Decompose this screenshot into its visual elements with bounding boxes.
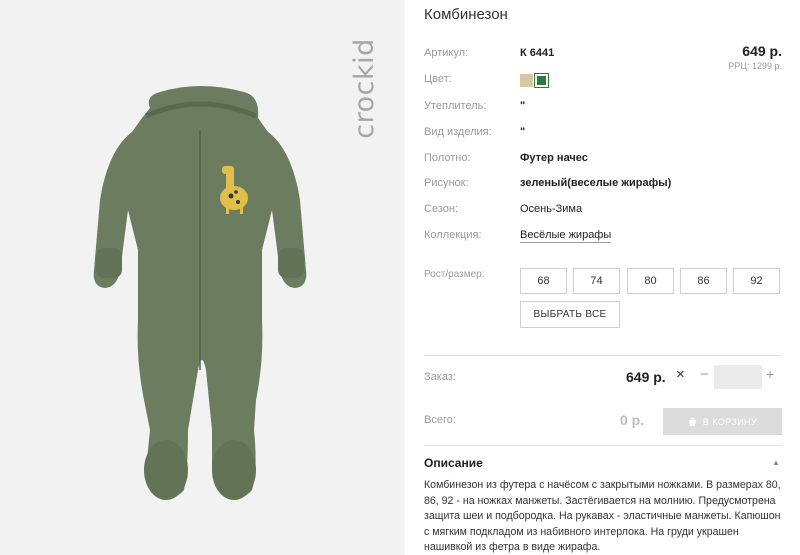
- description-text: Комбинезон из футера с начёсом с закрыты…: [424, 479, 781, 553]
- size-label: Рост/размер:: [424, 269, 485, 280]
- attr-season-value: Осень-Зима: [520, 203, 583, 215]
- attr-fabric-label: Полотно:: [424, 152, 471, 164]
- attr-fabric-value: Футер начес: [520, 152, 588, 164]
- divider: [424, 445, 782, 446]
- color-swatch-beige[interactable]: [520, 74, 533, 87]
- attr-print-label: Рисунок:: [424, 177, 469, 189]
- order-price: 649 р.: [626, 369, 666, 385]
- collection-link[interactable]: Весёлые жирафы: [520, 229, 612, 243]
- description-heading[interactable]: Описание: [424, 456, 483, 470]
- remove-icon[interactable]: ×: [676, 366, 685, 383]
- attr-collection-label: Коллекция:: [424, 229, 482, 241]
- product-title: Комбинезон: [424, 6, 508, 23]
- order-label: Заказ:: [424, 371, 456, 383]
- product-rrp: РРЦ: 1299 р.: [728, 61, 782, 71]
- attr-kind-label: Вид изделия:: [424, 126, 492, 138]
- total-label: Всего:: [424, 414, 456, 426]
- size-option-86[interactable]: 86: [680, 268, 727, 294]
- attr-color-label: Цвет:: [424, 73, 452, 85]
- color-swatch-green[interactable]: [534, 73, 549, 88]
- attr-article-value: К 6441: [520, 47, 555, 59]
- divider: [424, 355, 782, 356]
- attr-article-label: Артикул:: [424, 47, 469, 59]
- product-price: 649 р.: [742, 43, 782, 59]
- add-to-cart-button[interactable]: В КОРЗИНУ: [663, 408, 782, 435]
- attr-print-value: зеленый(веселые жирафы): [520, 177, 672, 189]
- select-all-button[interactable]: ВЫБРАТЬ ВСЕ: [520, 301, 620, 328]
- brand-logo: crockid: [348, 37, 380, 139]
- collapse-caret-icon[interactable]: ▲: [772, 458, 780, 467]
- attr-season-label: Сезон:: [424, 203, 458, 215]
- attr-kind-value: ": [520, 126, 526, 138]
- quantity-input[interactable]: [714, 365, 762, 389]
- add-to-cart-label: В КОРЗИНУ: [702, 416, 758, 427]
- attr-insulation-value: ": [520, 100, 526, 112]
- product-photo[interactable]: crockid: [0, 0, 405, 555]
- total-value: 0 р.: [620, 412, 645, 428]
- quantity-plus-button[interactable]: +: [766, 366, 774, 382]
- size-option-92[interactable]: 92: [733, 268, 780, 294]
- size-option-80[interactable]: 80: [627, 268, 674, 294]
- jumpsuit-illustration: [93, 86, 307, 500]
- size-option-68[interactable]: 68: [520, 268, 567, 294]
- size-option-74[interactable]: 74: [573, 268, 620, 294]
- quantity-minus-button[interactable]: −: [700, 366, 709, 383]
- cart-icon: [688, 417, 696, 426]
- attr-insulation-label: Утеплитель:: [424, 100, 487, 112]
